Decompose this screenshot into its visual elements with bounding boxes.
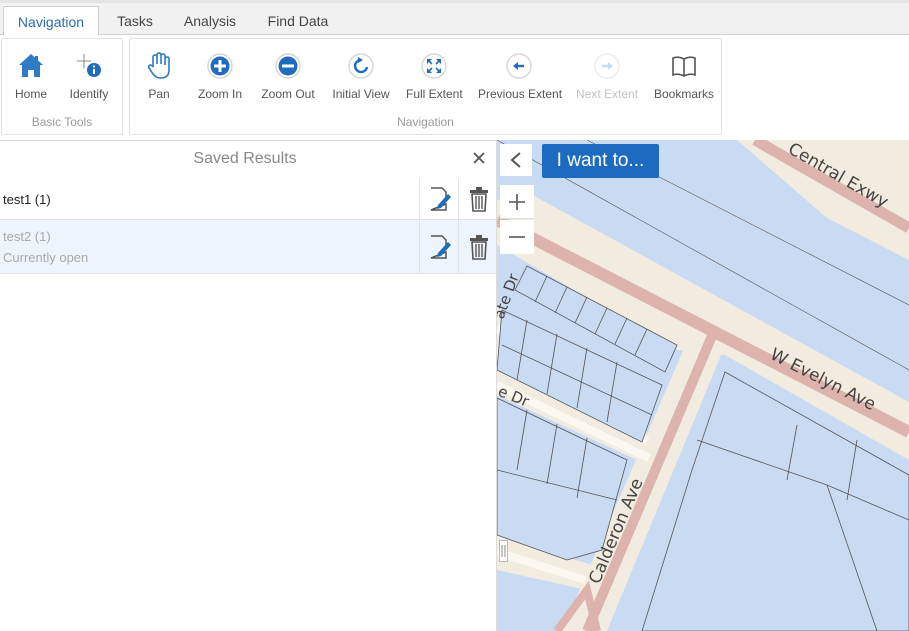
result-row[interactable]: test2 (1) Currently open bbox=[0, 220, 496, 274]
previous-extent-button[interactable]: Previous Extent bbox=[478, 51, 563, 101]
saved-results-panel: Saved Results test1 (1) test2 (1) Curren… bbox=[0, 140, 497, 631]
close-icon[interactable] bbox=[470, 149, 488, 167]
result-status: Currently open bbox=[3, 250, 89, 265]
identify-icon bbox=[77, 54, 101, 77]
previous-extent-label: Previous Extent bbox=[478, 87, 563, 101]
top-border bbox=[0, 0, 909, 3]
ribbon-toolbar: Home Identify Basic Tools Pan Zoom In Zo… bbox=[0, 35, 909, 140]
grip-icon bbox=[501, 545, 506, 557]
hand-icon bbox=[147, 52, 170, 79]
home-button[interactable]: Home bbox=[10, 51, 52, 101]
delete-result-button[interactable] bbox=[458, 179, 497, 219]
collapse-panel-button[interactable] bbox=[500, 144, 532, 176]
map-zoom-in-button[interactable] bbox=[500, 185, 534, 219]
identify-button[interactable]: Identify bbox=[65, 51, 113, 101]
zoom-in-button[interactable]: Zoom In bbox=[196, 51, 244, 101]
navigation-group: Pan Zoom In Zoom Out Initial View Full E… bbox=[129, 38, 722, 135]
pan-label: Pan bbox=[148, 87, 170, 101]
refresh-icon bbox=[348, 53, 374, 79]
plus-circle-icon bbox=[207, 53, 233, 79]
arrow-left-circle-icon bbox=[506, 53, 532, 79]
next-extent-label: Next Extent bbox=[576, 87, 639, 101]
basic-tools-group: Home Identify Basic Tools bbox=[1, 38, 123, 135]
tab-analysis[interactable]: Analysis bbox=[172, 6, 248, 36]
minus-icon bbox=[509, 236, 525, 238]
arrow-right-circle-icon bbox=[594, 53, 620, 79]
bookmarks-button[interactable]: Bookmarks bbox=[654, 51, 714, 101]
tab-navigation[interactable]: Navigation bbox=[3, 6, 99, 36]
map-canvas[interactable]: Central Exwy W Evelyn Ave Calderon Ave a… bbox=[497, 140, 909, 631]
panel-title: Saved Results bbox=[193, 150, 297, 167]
zoom-out-button[interactable]: Zoom Out bbox=[260, 51, 316, 101]
delete-result-button[interactable] bbox=[458, 220, 497, 273]
map-view[interactable]: Central Exwy W Evelyn Ave Calderon Ave a… bbox=[497, 140, 909, 631]
pan-button[interactable]: Pan bbox=[141, 51, 177, 101]
map-zoom-out-button[interactable] bbox=[500, 220, 534, 254]
home-icon bbox=[19, 54, 43, 77]
tab-tasks[interactable]: Tasks bbox=[104, 6, 166, 36]
result-row[interactable]: test1 (1) bbox=[0, 179, 496, 220]
bookmarks-label: Bookmarks bbox=[654, 87, 715, 101]
zoom-in-label: Zoom In bbox=[197, 87, 242, 101]
expand-icon bbox=[421, 53, 447, 79]
trash-icon bbox=[470, 235, 488, 260]
home-label: Home bbox=[14, 87, 47, 101]
navigation-caption: Navigation bbox=[397, 115, 454, 129]
full-extent-label: Full Extent bbox=[406, 87, 463, 101]
edit-icon bbox=[430, 235, 451, 259]
chevron-left-icon bbox=[510, 152, 521, 168]
next-extent-button[interactable]: Next Extent bbox=[576, 51, 638, 101]
zoom-out-label: Zoom Out bbox=[261, 87, 315, 101]
full-extent-button[interactable]: Full Extent bbox=[406, 51, 463, 101]
identify-label: Identify bbox=[69, 87, 109, 101]
edit-result-button[interactable] bbox=[419, 220, 458, 273]
initial-view-label: Initial View bbox=[332, 87, 390, 101]
tab-find-data[interactable]: Find Data bbox=[255, 6, 341, 36]
i-want-to-button[interactable]: I want to... bbox=[542, 144, 659, 178]
initial-view-button[interactable]: Initial View bbox=[331, 51, 391, 101]
edit-result-button[interactable] bbox=[419, 179, 458, 219]
trash-icon bbox=[470, 187, 488, 212]
top-tab-bar: Navigation Tasks Analysis Find Data bbox=[0, 0, 909, 36]
panel-resize-handle[interactable] bbox=[499, 540, 508, 562]
edit-icon bbox=[430, 187, 451, 211]
basic-tools-caption: Basic Tools bbox=[31, 115, 93, 129]
plus-icon bbox=[509, 194, 525, 210]
book-icon bbox=[672, 56, 696, 77]
minus-circle-icon bbox=[275, 53, 301, 79]
result-name: test2 (1) bbox=[3, 229, 51, 244]
result-name: test1 (1) bbox=[3, 192, 51, 207]
